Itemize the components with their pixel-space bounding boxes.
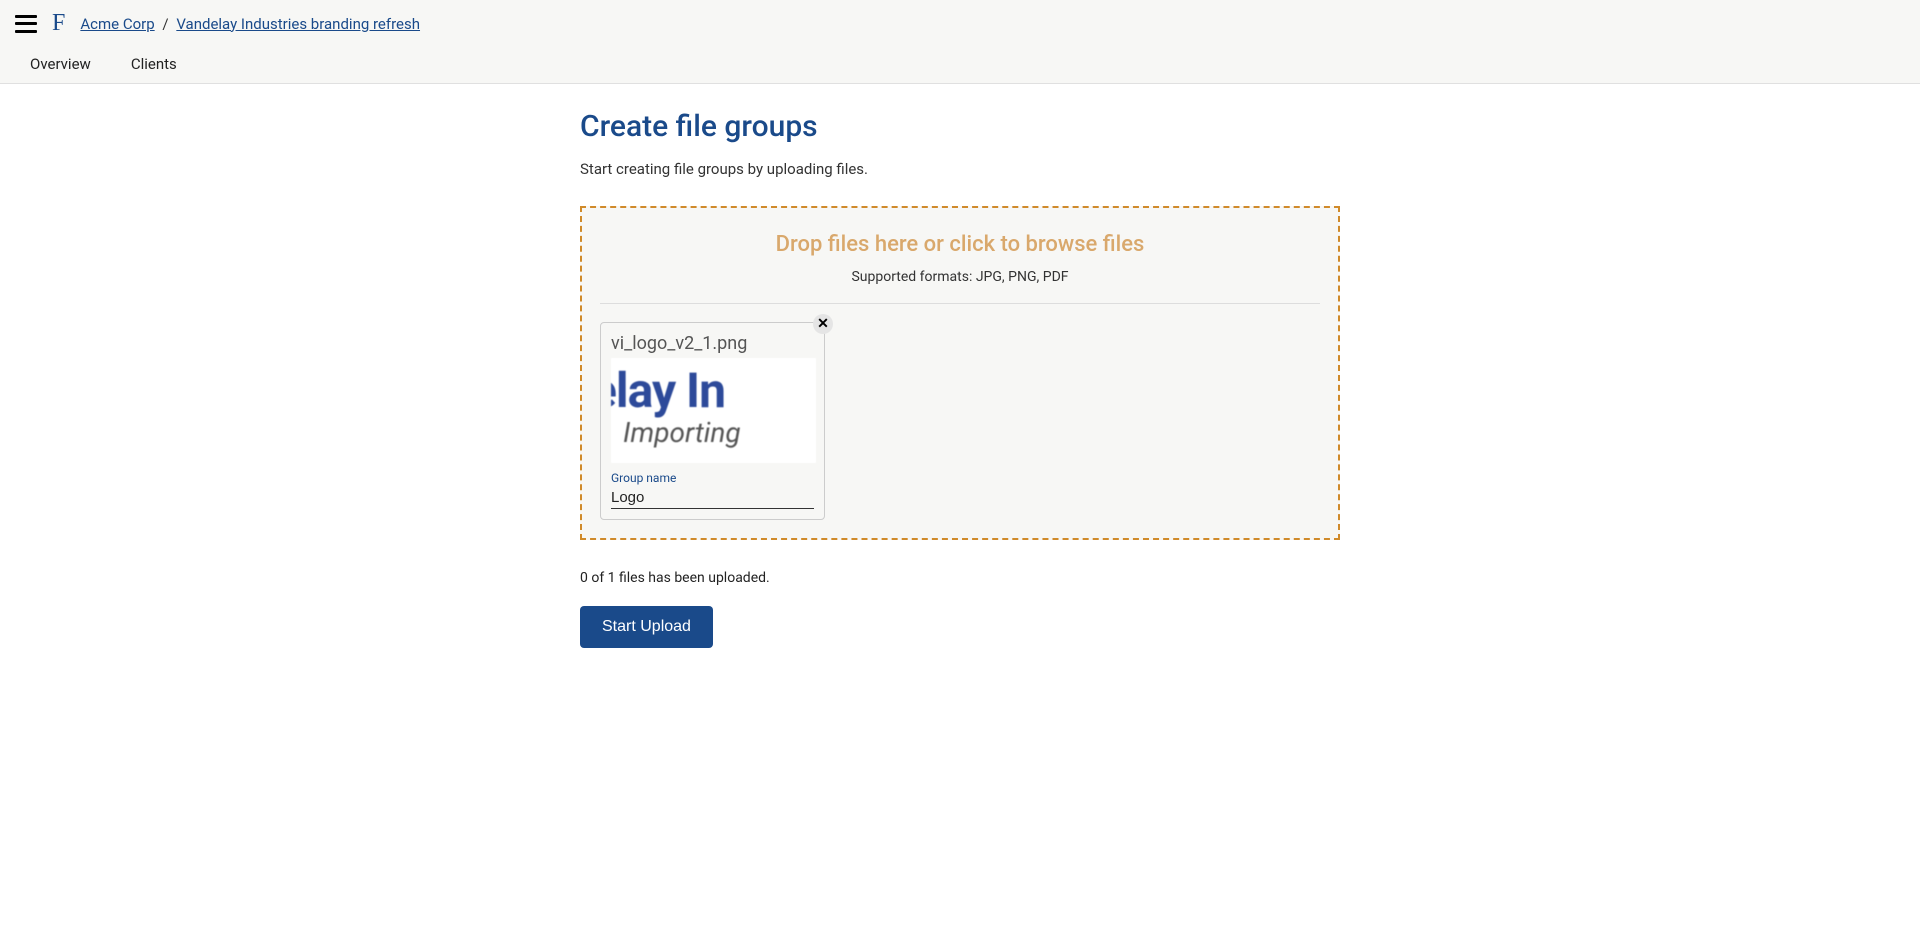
tab-clients[interactable]: Clients [131, 55, 177, 73]
menu-icon[interactable] [15, 15, 37, 33]
breadcrumb: Acme Corp / Vandelay Industries branding… [80, 15, 420, 33]
file-card: ✕ vi_logo_v2_1.png elay In Importing Gro… [600, 322, 825, 520]
group-name-label: Group name [611, 471, 814, 485]
dropzone-formats: Supported formats: JPG, PNG, PDF [600, 269, 1320, 285]
dropzone-divider [600, 303, 1320, 304]
start-upload-button[interactable]: Start Upload [580, 606, 713, 648]
file-thumbnail: elay In Importing [611, 358, 816, 463]
group-name-input[interactable] [611, 487, 814, 509]
file-name: vi_logo_v2_1.png [611, 333, 814, 354]
page-subtitle: Start creating file groups by uploading … [580, 160, 1340, 178]
tab-overview[interactable]: Overview [30, 55, 91, 73]
upload-status: 0 of 1 files has been uploaded. [580, 570, 1340, 586]
app-logo: F [52, 10, 65, 37]
page-title: Create file groups [580, 109, 1340, 144]
breadcrumb-sep: / [162, 15, 168, 33]
remove-file-button[interactable]: ✕ [813, 314, 833, 334]
file-dropzone[interactable]: Drop files here or click to browse files… [580, 206, 1340, 540]
thumb-text-2: Importing [623, 416, 741, 449]
thumb-text-1: elay In [611, 362, 725, 419]
breadcrumb-org[interactable]: Acme Corp [80, 15, 154, 33]
close-icon: ✕ [817, 316, 829, 332]
breadcrumb-project[interactable]: Vandelay Industries branding refresh [176, 15, 420, 33]
dropzone-heading: Drop files here or click to browse files [600, 232, 1320, 257]
